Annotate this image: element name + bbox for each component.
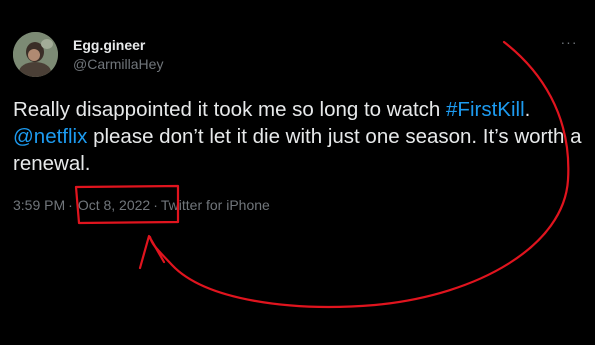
mention-link[interactable]: @netflix xyxy=(13,125,87,148)
display-name[interactable]: Egg.gineer xyxy=(73,37,145,53)
tweet-date[interactable]: Oct 8, 2022 xyxy=(78,197,150,213)
avatar[interactable] xyxy=(13,32,58,77)
tweet-text-part: please don’t let it die with just one se… xyxy=(13,125,582,175)
tweet-card: Egg.gineer @CarmillaHey ··· Really disap… xyxy=(0,0,595,345)
user-handle[interactable]: @CarmillaHey xyxy=(73,56,163,72)
tweet-time[interactable]: 3:59 PM xyxy=(13,197,65,213)
tweet-source[interactable]: Twitter for iPhone xyxy=(161,197,270,213)
hashtag-link[interactable]: #FirstKill xyxy=(446,98,525,121)
tweet-text-part: Really disappointed it took me so long t… xyxy=(13,98,447,121)
tweet-text: Really disappointed it took me so long t… xyxy=(13,96,583,177)
more-options-icon[interactable]: ··· xyxy=(556,32,582,52)
meta-separator: · xyxy=(68,197,73,213)
meta-separator: · xyxy=(153,197,158,213)
annotation-arrowhead xyxy=(138,234,166,270)
tweet-meta: 3:59 PM · Oct 8, 2022 · Twitter for iPhone xyxy=(13,196,270,214)
tweet-text-part: . xyxy=(524,98,531,121)
